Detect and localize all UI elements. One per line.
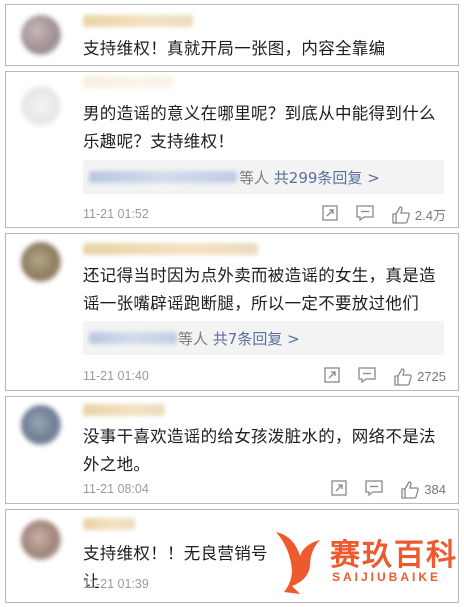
avatar[interactable]: [21, 405, 61, 445]
thumbs-up-icon[interactable]: 2.4万: [391, 205, 446, 225]
comment-text: 还记得当时因为点外卖而被造谣的女生，真是造谣一张嘴辟谣跑断腿，所以一定不要放过他…: [83, 266, 436, 313]
avatar[interactable]: [21, 86, 61, 126]
avatar[interactable]: [21, 520, 61, 560]
watermark-en: SAIJIUBAIKE: [332, 570, 442, 584]
timestamp: 11-21 01:40: [83, 369, 149, 383]
view-replies-link[interactable]: 共7条回复 >: [213, 330, 300, 348]
reply-suffix: 等人: [178, 330, 209, 348]
comment-footer: 11-21 01:52 2.4万: [83, 204, 446, 225]
view-replies-link[interactable]: 共299条回复 >: [274, 169, 380, 187]
share-icon[interactable]: [323, 366, 341, 387]
username[interactable]: [83, 518, 135, 530]
reply-usernames[interactable]: [89, 332, 177, 344]
timestamp: 11-21 01:39: [83, 577, 149, 591]
username[interactable]: [83, 15, 193, 27]
like-count: 2.4万: [414, 208, 446, 223]
comment-icon[interactable]: [364, 479, 384, 500]
share-icon[interactable]: [330, 479, 348, 500]
avatar[interactable]: [21, 242, 61, 282]
comment-text: 男的造谣的意义在哪里呢？到底从中能得到什么乐趣呢？支持维权！: [83, 104, 436, 151]
comment-text: 支持维权！真就开局一张图，内容全靠编: [83, 39, 386, 58]
reply-preview[interactable]: 等人 共7条回复 >: [83, 321, 444, 355]
comment-card: 还记得当时因为点外卖而被造谣的女生，真是造谣一张嘴辟谣跑断腿，所以一定不要放过他…: [5, 233, 459, 391]
comment-text: 没事干喜欢造谣的给女孩泼脏水的，网络不是法外之地。: [83, 427, 436, 474]
comment-footer: 11-21 08:04 384: [83, 479, 446, 500]
comment-card: 男的造谣的意义在哪里呢？到底从中能得到什么乐趣呢？支持维权！ 等人 共299条回…: [5, 71, 459, 228]
username[interactable]: [83, 243, 258, 255]
like-count: 2725: [417, 369, 446, 384]
thumbs-up-icon[interactable]: 2725: [393, 367, 446, 387]
username[interactable]: [83, 76, 173, 88]
like-count: 384: [424, 482, 446, 497]
thumbs-up-icon[interactable]: 384: [400, 480, 446, 500]
wave-logo-icon: [276, 532, 320, 594]
timestamp: 11-21 01:52: [83, 207, 149, 221]
comment-footer: 11-21 01:40 2725: [83, 366, 446, 387]
reply-suffix: 等人: [239, 169, 270, 187]
comment-card: 没事干喜欢造谣的给女孩泼脏水的，网络不是法外之地。 11-21 08:04 38…: [5, 396, 459, 504]
timestamp: 11-21 08:04: [83, 482, 149, 496]
watermark: 赛玖百科 SAIJIUBAIKE: [270, 526, 460, 596]
username[interactable]: [83, 404, 165, 416]
comment-card: 支持维权！真就开局一张图，内容全靠编: [5, 4, 459, 66]
watermark-cn: 赛玖百科: [330, 538, 458, 573]
share-icon[interactable]: [321, 204, 339, 225]
reply-preview[interactable]: 等人 共299条回复 >: [83, 160, 444, 194]
comment-icon[interactable]: [357, 366, 377, 387]
avatar[interactable]: [21, 15, 61, 55]
reply-usernames[interactable]: [89, 171, 237, 183]
comment-icon[interactable]: [355, 204, 375, 225]
